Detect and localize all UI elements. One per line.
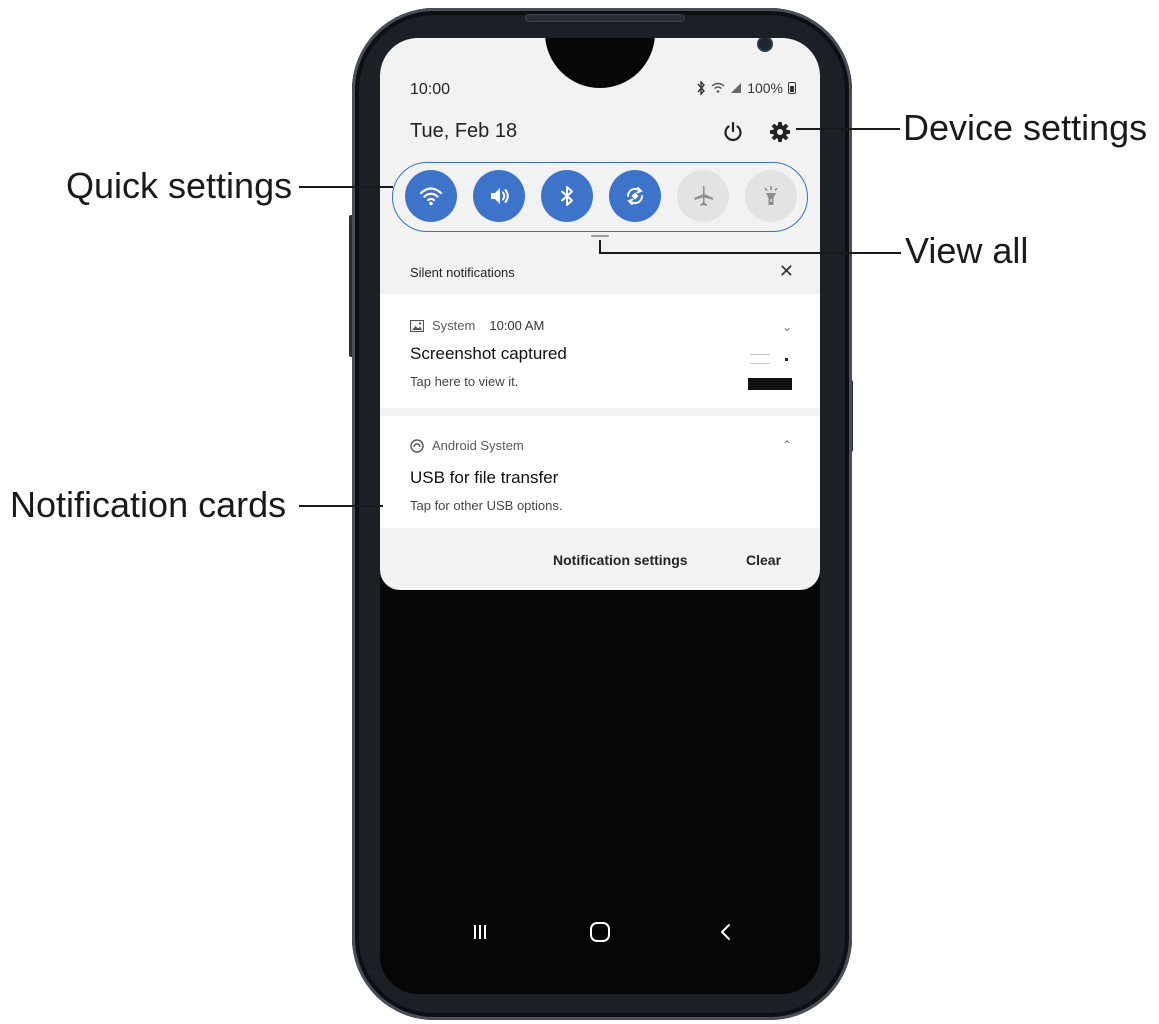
status-time: 10:00 (410, 81, 451, 98)
power-icon[interactable] (721, 120, 745, 144)
close-icon[interactable]: ✕ (779, 262, 794, 280)
earpiece-speaker (525, 14, 685, 22)
phone-screen: 10:00 100% Tue, Feb 18 Silent notificati… (380, 38, 820, 994)
signal-icon (731, 83, 742, 93)
callout-quick-settings: Quick settings (66, 165, 293, 206)
navigation-bar (380, 902, 820, 966)
gallery-icon (410, 319, 424, 332)
battery-icon (788, 82, 796, 94)
notification-title: USB for file transfer (410, 468, 559, 487)
quick-toggle-auto-rotate[interactable] (609, 170, 661, 222)
back-button[interactable] (706, 912, 746, 952)
notification-title: Screenshot captured (410, 344, 567, 363)
quick-toggle-wifi[interactable] (405, 170, 457, 222)
thumbnail-lines (750, 354, 770, 364)
wifi-icon (711, 82, 725, 93)
battery-percent: 100% (747, 80, 783, 96)
leader-line (299, 505, 383, 507)
notification-time: 10:00 AM (489, 318, 545, 333)
notification-settings-button[interactable]: Notification settings (553, 552, 688, 568)
camera-notch (545, 38, 773, 88)
notification-text: Tap here to view it. (410, 374, 519, 389)
back-icon (721, 924, 730, 940)
screenshot-thumbnail[interactable] (748, 350, 792, 390)
notification-app-row: System 10:00 AM (410, 318, 544, 333)
notification-text: Tap for other USB options. (410, 498, 563, 513)
status-icons: 100% (696, 80, 796, 96)
sound-icon (491, 188, 509, 204)
airplane-icon (694, 186, 713, 206)
quick-toggle-airplane-mode[interactable] (677, 170, 729, 222)
wifi-icon (419, 187, 443, 206)
leader-line (299, 186, 393, 188)
quick-toggle-sound[interactable] (473, 170, 525, 222)
leader-line (599, 252, 901, 254)
callout-view-all: View all (905, 230, 1029, 271)
auto-rotate-icon (626, 187, 644, 205)
chevron-up-icon[interactable]: ⌃ (782, 438, 792, 452)
notification-app-name: Android System (432, 438, 524, 453)
recent-apps-button[interactable] (460, 912, 500, 952)
callout-notification-cards: Notification cards (10, 484, 287, 525)
android-system-icon (410, 438, 424, 453)
home-icon (590, 922, 610, 942)
notification-card[interactable]: System 10:00 AM ⌄ Screenshot captured Ta… (380, 294, 820, 408)
quick-toggle-flashlight[interactable] (745, 170, 797, 222)
bluetooth-icon (561, 186, 573, 206)
gear-icon[interactable] (768, 120, 792, 144)
thumbnail-dot (785, 358, 788, 361)
date-label: Tue, Feb 18 (410, 120, 518, 142)
notification-app-row: Android System (410, 438, 524, 453)
recent-apps-icon (474, 925, 486, 939)
notification-actions: Notification settings Clear (380, 536, 820, 590)
section-label: Silent notifications (410, 265, 515, 280)
front-camera (757, 38, 773, 52)
thumbnail-bar (748, 378, 792, 390)
notification-panel: 10:00 100% Tue, Feb 18 Silent notificati… (380, 38, 820, 590)
view-all-handle[interactable] (591, 235, 609, 237)
notification-card[interactable]: Android System ⌃ USB for file transfer T… (380, 416, 820, 528)
bluetooth-icon (697, 81, 706, 95)
chevron-down-icon[interactable]: ⌄ (782, 320, 792, 334)
leader-line (599, 240, 601, 253)
flashlight-icon (764, 186, 778, 205)
quick-toggle-bluetooth[interactable] (541, 170, 593, 222)
callout-device-settings: Device settings (903, 107, 1148, 148)
home-button[interactable] (580, 912, 620, 952)
notification-app-name: System (432, 318, 476, 333)
clear-button[interactable]: Clear (746, 552, 781, 568)
leader-line (796, 128, 900, 130)
